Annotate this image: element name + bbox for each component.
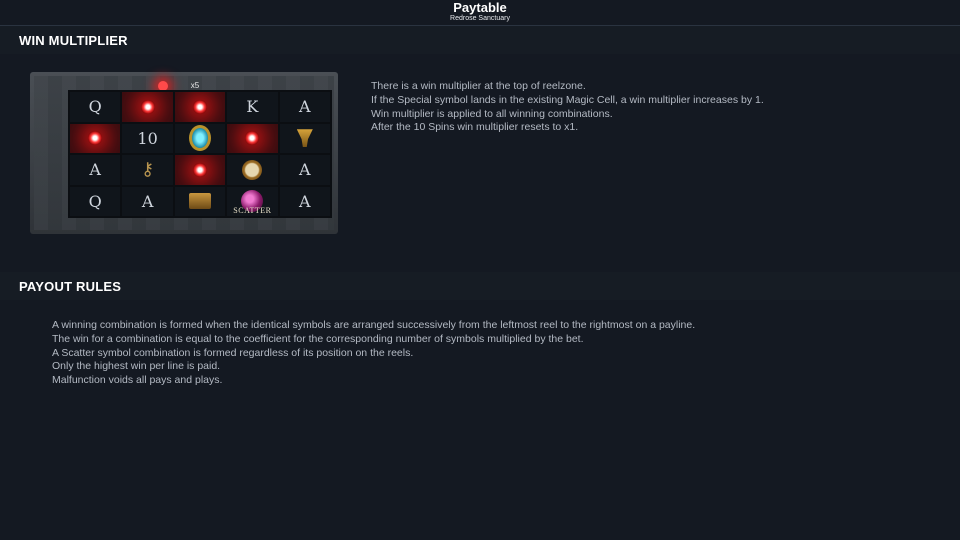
win-multiplier-illustration: x5 Q K A 10 A ⚷ A Q A SCATTER A (30, 72, 338, 234)
payout-rule-line: A winning combination is formed when the… (52, 319, 696, 331)
symbol-goblet-icon (279, 123, 330, 153)
payout-rule-line: The win for a combination is equal to th… (52, 332, 584, 345)
symbol-pocket-watch-icon (227, 155, 278, 185)
win-multiplier-line: After the 10 Spins win multiplier resets… (371, 121, 579, 134)
magic-cell (174, 155, 226, 185)
page-title: Paytable (453, 0, 507, 15)
payout-rule-line: Malfunction voids all pays and plays. (52, 374, 223, 387)
symbol-a-icon: A (279, 92, 330, 122)
game-name: Redrose Sanctuary (450, 15, 510, 22)
scatter-label: SCATTER (233, 206, 272, 215)
magic-cell (174, 92, 226, 122)
win-multiplier-line: Win multiplier is applied to all winning… (371, 107, 613, 120)
section-title-payout-rules: PAYOUT RULES (19, 279, 122, 294)
symbol-q-icon: Q (70, 92, 121, 122)
section-title-win-multiplier: WIN MULTIPLIER (19, 33, 128, 48)
paytable-header: Paytable Redrose Sanctuary (0, 0, 960, 26)
payout-rules-description: A winning combination is formed when the… (52, 319, 932, 388)
section-header-win-multiplier: WIN MULTIPLIER (0, 26, 960, 54)
payout-rule-line: A Scatter symbol combination is formed r… (52, 346, 414, 359)
symbol-k-icon: K (227, 92, 278, 122)
symbol-a-icon: A (70, 155, 121, 185)
symbol-q-icon: Q (70, 186, 121, 216)
symbol-10-icon: 10 (122, 123, 173, 153)
win-multiplier-line: If the Special symbol lands in the exist… (371, 93, 764, 106)
symbol-keys-icon: ⚷ (122, 155, 173, 185)
payout-rule-line: Only the highest win per line is paid. (52, 360, 221, 373)
magic-cell (227, 123, 278, 153)
win-multiplier-line: There is a win multiplier at the top of … (371, 80, 586, 92)
win-multiplier-description: There is a win multiplier at the top of … (371, 80, 951, 135)
symbol-a-icon: A (122, 186, 173, 216)
symbol-a-icon: A (279, 186, 330, 216)
symbol-a-icon: A (279, 155, 330, 185)
symbol-book-icon (174, 186, 226, 216)
reel-grid: Q K A 10 A ⚷ A Q A SCATTER A (68, 90, 332, 218)
magic-cell (70, 123, 121, 153)
section-header-payout-rules: PAYOUT RULES (0, 272, 960, 300)
symbol-gem-amulet-icon (174, 123, 226, 153)
symbol-scatter-icon: SCATTER (227, 186, 278, 216)
magic-cell (122, 92, 173, 122)
